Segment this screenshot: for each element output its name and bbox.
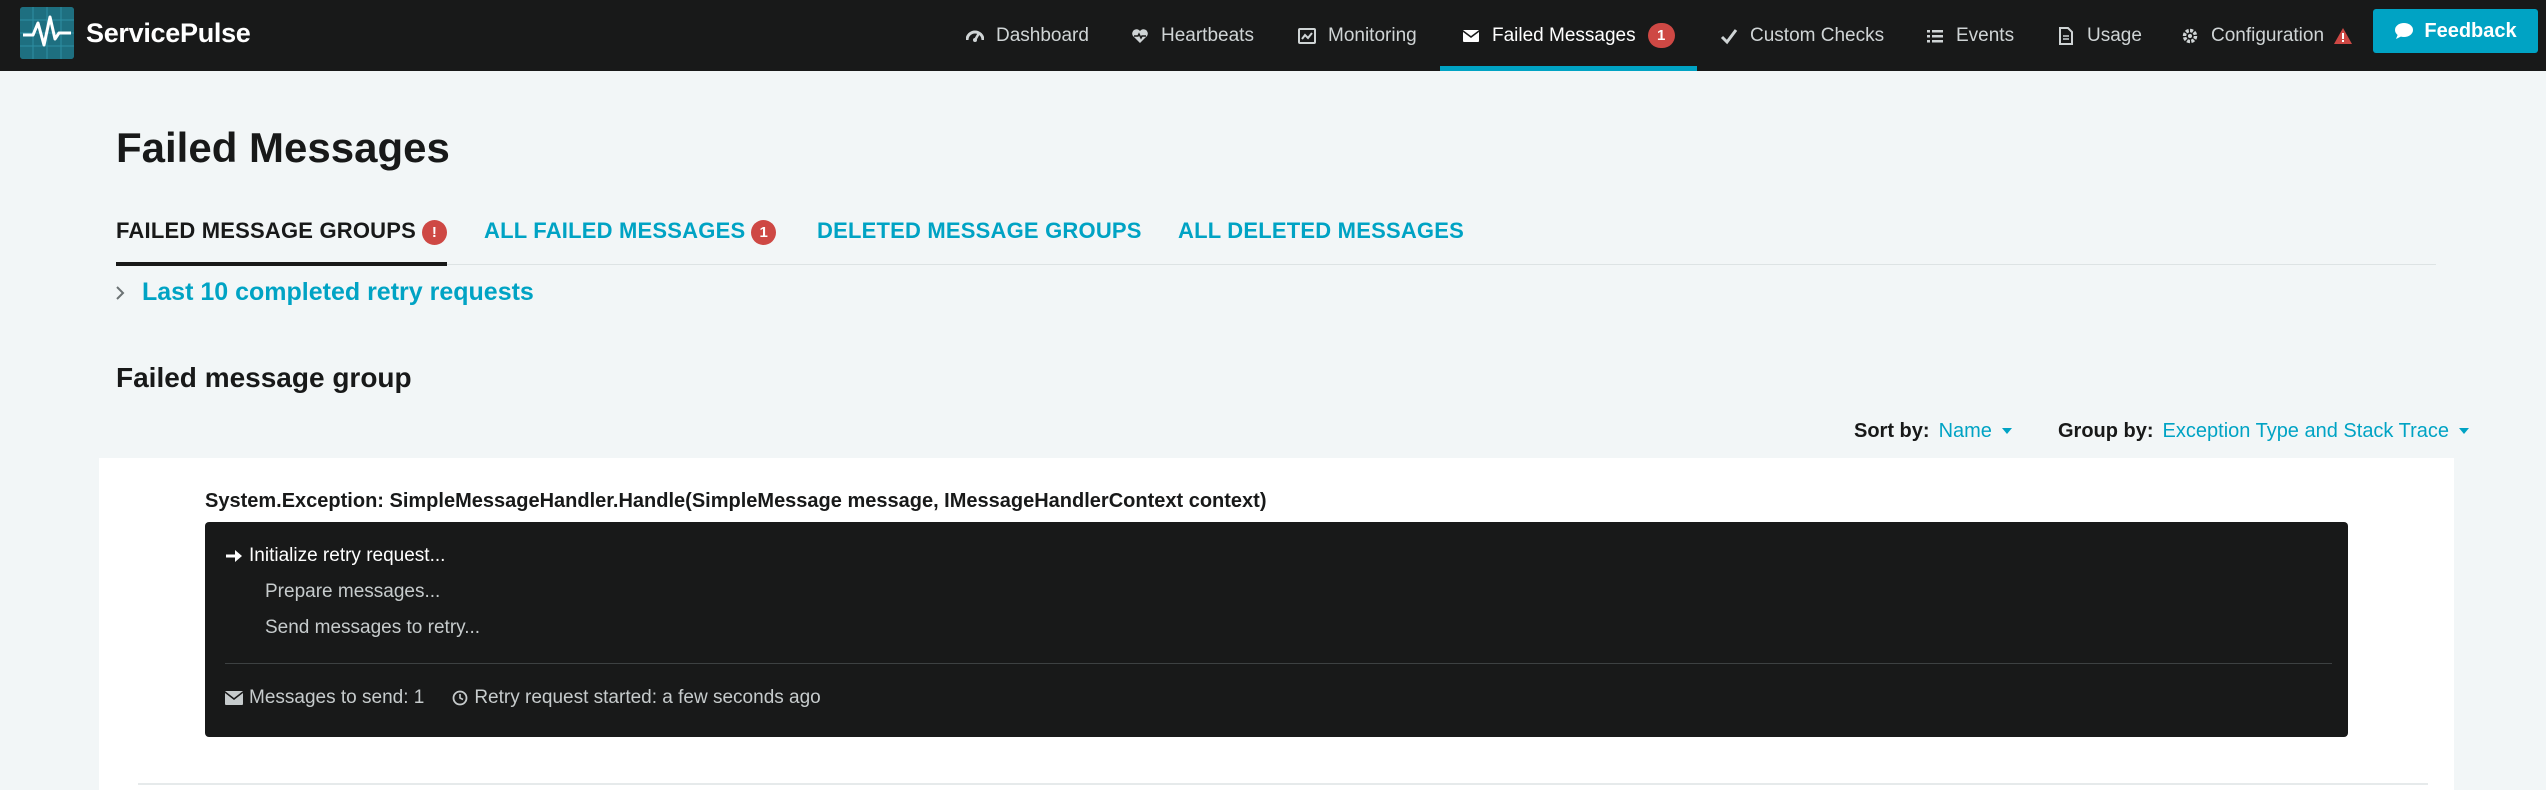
nav-dashboard[interactable]: Dashboard: [966, 0, 1089, 71]
nav-heartbeats[interactable]: Heartbeats: [1131, 0, 1254, 71]
nav-usage[interactable]: Usage: [2057, 0, 2142, 71]
caret-down-icon: [2001, 428, 2012, 434]
tab-label: All Failed Messages: [484, 218, 746, 243]
retry-history-label: Last 10 completed retry requests: [142, 278, 534, 306]
failed-count-badge: 1: [751, 220, 777, 245]
gear-icon: [2181, 27, 2199, 45]
message-tabs: Failed Message Groups! All Failed Messag…: [116, 218, 2436, 266]
tab-failed-message-groups[interactable]: Failed Message Groups!: [116, 218, 448, 266]
nav-label: Failed Messages: [1492, 24, 1636, 46]
page-title: Failed Messages: [116, 124, 450, 171]
step-initialize: Initialize retry request...: [225, 545, 445, 567]
sort-label: Sort by:: [1854, 419, 1930, 442]
nav-events[interactable]: Events: [1926, 0, 2014, 71]
nav-label: Configuration: [2211, 24, 2325, 46]
section-title: Failed message group: [116, 362, 412, 393]
retry-progress-panel: Initialize retry request... Prepare mess…: [205, 522, 2348, 737]
alert-badge: !: [422, 220, 448, 245]
comment-icon: [2394, 22, 2414, 40]
nav-label: Custom Checks: [1750, 24, 1885, 46]
step-send: Send messages to retry...: [265, 617, 481, 638]
nav-label: Monitoring: [1328, 24, 1417, 46]
check-icon: [1720, 27, 1738, 45]
envelope-icon: [1462, 27, 1480, 45]
monitoring-icon: [1298, 27, 1316, 45]
step-label: Initialize retry request...: [249, 545, 446, 566]
nav-failed-messages[interactable]: Failed Messages 1: [1440, 0, 1697, 71]
nav-label: Events: [1956, 24, 2015, 46]
tab-all-deleted-messages[interactable]: All Deleted Messages: [1178, 218, 1464, 265]
nav-label: Dashboard: [996, 24, 1089, 46]
arrow-right-icon: [225, 548, 243, 564]
messages-to-send: Messages to send: 1: [225, 687, 424, 709]
nav-monitoring[interactable]: Monitoring: [1298, 0, 1417, 71]
tab-all-failed-messages[interactable]: All Failed Messages 1: [484, 218, 777, 265]
tab-label: Deleted Message Groups: [817, 218, 1142, 243]
failed-count-badge: 1: [1647, 23, 1675, 48]
dashboard-icon: [966, 27, 984, 45]
nav-label: Heartbeats: [1161, 24, 1254, 46]
caret-down-icon: [2459, 428, 2470, 434]
divider: [138, 783, 2428, 785]
messages-to-send-text: Messages to send: 1: [249, 687, 425, 708]
nav-custom-checks[interactable]: Custom Checks: [1720, 0, 1884, 71]
heartbeat-icon: [1131, 27, 1149, 45]
top-navbar: ServicePulse Dashboard Heartbeats Monito…: [0, 0, 2546, 71]
exception-title[interactable]: System.Exception: SimpleMessageHandler.H…: [205, 490, 1266, 513]
group-dropdown[interactable]: Group by: Exception Type and Stack Trace: [2058, 418, 2470, 444]
retry-history-toggle[interactable]: Last 10 completed retry requests: [114, 278, 534, 307]
chevron-right-icon: [114, 285, 126, 301]
retry-meta: Messages to send: 1 Retry request starte…: [225, 687, 849, 709]
nav-label: Usage: [2087, 24, 2142, 46]
envelope-icon: [225, 691, 243, 705]
feedback-button[interactable]: Feedback: [2373, 9, 2538, 53]
retry-started-text: Retry request started: a few seconds ago: [474, 687, 821, 708]
list-icon: [1926, 27, 1944, 45]
step-prepare: Prepare messages...: [265, 581, 441, 602]
warning-icon: [2334, 27, 2353, 44]
group-value: Exception Type and Stack Trace: [2162, 419, 2450, 442]
clock-icon: [452, 690, 468, 706]
tab-deleted-message-groups[interactable]: Deleted Message Groups: [817, 218, 1142, 265]
retry-started: Retry request started: a few seconds ago: [452, 687, 821, 709]
sort-dropdown[interactable]: Sort by: Name: [1854, 418, 2012, 444]
group-label: Group by:: [2058, 419, 2154, 442]
divider: [225, 663, 2332, 664]
tab-label: Failed Message Groups: [116, 218, 417, 243]
tab-label: All Deleted Messages: [1178, 218, 1464, 243]
feedback-label: Feedback: [2424, 19, 2517, 42]
sort-value: Name: [1938, 419, 1992, 442]
nav-configuration[interactable]: Configuration: [2181, 0, 2353, 71]
document-icon: [2057, 26, 2075, 45]
